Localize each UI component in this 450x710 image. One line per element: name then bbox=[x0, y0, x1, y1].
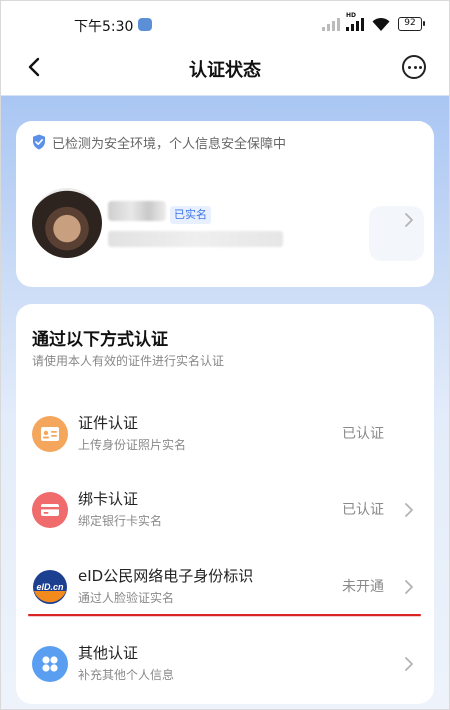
method-desc: 补充其他个人信息 bbox=[78, 668, 175, 682]
page-title: 认证状态 bbox=[189, 60, 261, 81]
eid-logo-icon: eID.cn bbox=[32, 569, 68, 605]
shield-check-icon bbox=[33, 134, 45, 150]
signal-strong-icon bbox=[346, 18, 364, 31]
method-status: 已认证 bbox=[342, 502, 384, 518]
method-eid[interactable]: eID.cn eID公民网络电子身份标识 通过人脸验证实名 未开通 bbox=[16, 557, 434, 619]
red-annotation-underline bbox=[28, 614, 421, 616]
method-status: 已认证 bbox=[342, 426, 384, 442]
method-other[interactable]: 其他认证 补充其他个人信息 bbox=[16, 634, 434, 696]
battery-icon: 92 bbox=[398, 17, 425, 31]
verified-badge: 已实名 bbox=[170, 206, 211, 224]
secure-notice: 已检测为安全环境，个人信息安全保障中 bbox=[32, 133, 287, 152]
user-info-card[interactable]: 已检测为安全环境，个人信息安全保障中 已实名 bbox=[16, 121, 434, 287]
method-title: 其他认证 bbox=[78, 644, 139, 662]
method-status: 未开通 bbox=[342, 579, 384, 595]
method-title: eID公民网络电子身份标识 bbox=[78, 567, 254, 585]
svg-text:eID.cn: eID.cn bbox=[36, 582, 64, 592]
method-id-card[interactable]: 证件认证 上传身份证照片实名 已认证 bbox=[16, 404, 434, 466]
chevron-right-icon bbox=[405, 580, 413, 594]
signal-weak-icon bbox=[322, 18, 340, 31]
chevron-right-icon bbox=[405, 503, 413, 517]
bank-card-icon bbox=[32, 492, 68, 528]
method-title: 绑卡认证 bbox=[78, 490, 139, 508]
notification-app-icon bbox=[138, 18, 152, 31]
chevron-right-icon bbox=[405, 213, 413, 227]
method-bank-card[interactable]: 绑卡认证 绑定银行卡实名 已认证 bbox=[16, 480, 434, 542]
card-decoration bbox=[369, 206, 424, 261]
more-options-icon[interactable] bbox=[402, 55, 426, 79]
method-title: 证件认证 bbox=[78, 414, 139, 432]
blurred-name bbox=[108, 201, 166, 221]
nav-bar: 认证状态 bbox=[0, 44, 450, 92]
status-bar: 下午5:30 HD 92 bbox=[0, 0, 450, 40]
grid-icon bbox=[32, 646, 68, 682]
id-card-icon bbox=[32, 416, 68, 452]
status-time: 下午5:30 bbox=[74, 19, 134, 35]
blurred-id-number bbox=[108, 231, 283, 247]
secure-notice-text: 已检测为安全环境，个人信息安全保障中 bbox=[52, 136, 287, 152]
method-desc: 绑定银行卡实名 bbox=[78, 514, 163, 528]
chevron-right-icon bbox=[405, 657, 413, 671]
verification-methods-card: 通过以下方式认证 请使用本人有效的证件进行实名认证 证件认证 上传身份证照片实名… bbox=[16, 304, 434, 704]
method-desc: 上传身份证照片实名 bbox=[78, 438, 187, 452]
method-desc: 通过人脸验证实名 bbox=[78, 591, 175, 605]
wifi-icon bbox=[372, 17, 390, 31]
methods-title: 通过以下方式认证 bbox=[32, 330, 168, 350]
avatar bbox=[32, 188, 102, 258]
methods-subtitle: 请使用本人有效的证件进行实名认证 bbox=[32, 354, 225, 368]
